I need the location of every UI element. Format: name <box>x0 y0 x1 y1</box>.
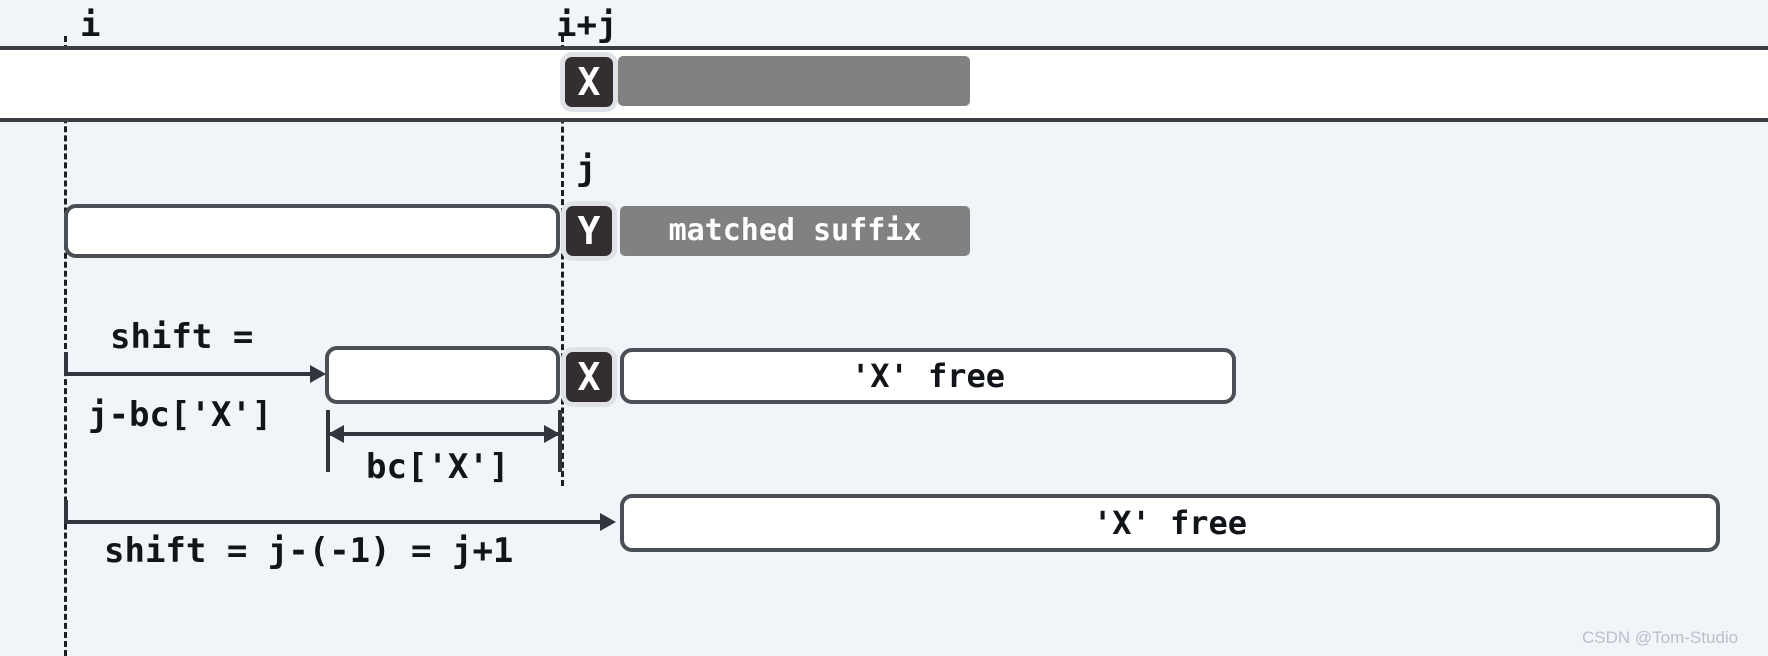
text-row-occurrence-bar <box>618 56 970 106</box>
marker-label-i: i <box>80 5 101 45</box>
bc-measure-arrow-left <box>328 425 344 443</box>
full-shift-arrow-tail-tick <box>64 500 68 522</box>
shifted-pattern-prefix-box <box>325 346 560 404</box>
marker-label-j: j <box>576 149 597 189</box>
bc-measure-label: bc['X'] <box>366 447 510 487</box>
full-shift-arrow-line <box>64 520 604 524</box>
shift-bc-arrow-line <box>64 372 312 376</box>
diagram-canvas: i i+j X j matched suffix Y shift = j-bc[… <box>0 0 1768 656</box>
full-shift-arrow-head <box>600 513 616 531</box>
full-shift-label: shift = j-(-1) = j+1 <box>104 531 514 571</box>
shift-bc-arrow-head <box>310 365 326 383</box>
bc-measure-arrow-right <box>544 425 560 443</box>
marker-label-i-plus-j: i+j <box>556 5 618 45</box>
pattern-row-char-y: Y <box>566 206 612 256</box>
shifted-pattern-char-x: X <box>566 352 612 402</box>
text-row-char-x: X <box>565 57 613 107</box>
shifted-pattern-x-free-box: 'X' free <box>620 348 1236 404</box>
shift-bc-label-top: shift = <box>110 317 254 357</box>
dashed-guide-i <box>64 36 67 656</box>
full-shift-x-free-box: 'X' free <box>620 494 1720 552</box>
pattern-row-prefix-box <box>64 204 560 258</box>
watermark-label: CSDN @Tom-Studio <box>1582 628 1739 647</box>
shift-bc-label-bottom: j-bc['X'] <box>88 395 273 435</box>
bc-measure-line <box>330 432 558 436</box>
pattern-row-matched-suffix: matched suffix <box>620 206 970 256</box>
shift-bc-arrow-tail-tick <box>64 352 68 374</box>
